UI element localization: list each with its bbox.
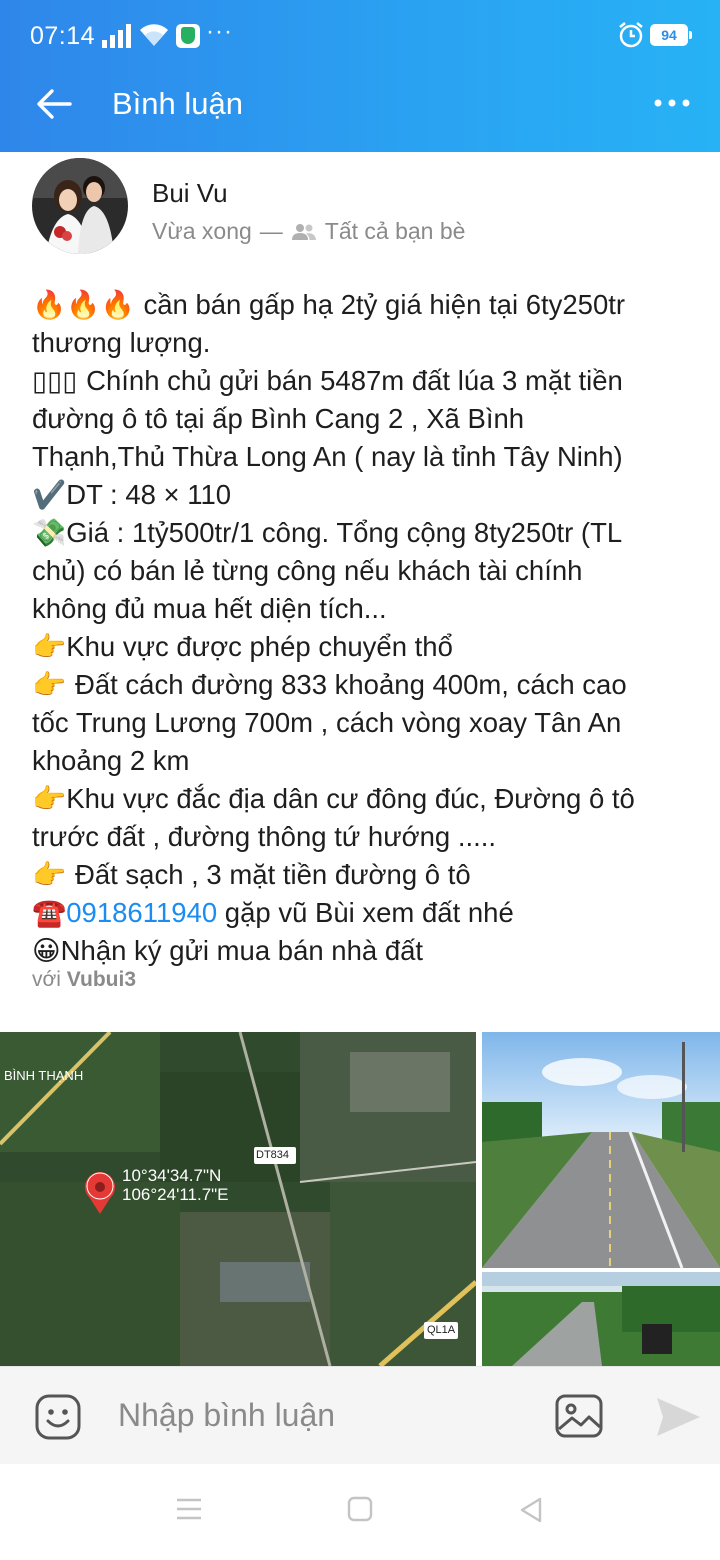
post-meta: Vừa xong — Tất cả bạn bè xyxy=(152,218,465,245)
top-bar: 07:14 ··· 94 Bình luận xyxy=(0,0,720,152)
wifi-icon xyxy=(140,24,168,46)
map-latitude: 10°34'34.7"N xyxy=(122,1166,222,1185)
post-line: 👉Khu vực đắc địa dân cư đông đúc, Đường … xyxy=(32,783,635,815)
status-bar: 07:14 ··· 94 xyxy=(0,0,720,56)
post-line: ✔️DT : 48 × 110 xyxy=(32,479,232,511)
post-line: đường ô tô tại ấp Bình Cang 2 , Xã Bình xyxy=(32,403,525,434)
back-nav-icon[interactable] xyxy=(518,1496,544,1524)
image-gallery: BÌNH THẠNH DT834 QL1A 10°34'34.7"N 106°2… xyxy=(0,1032,720,1366)
comment-input[interactable]: Nhập bình luận xyxy=(118,1397,335,1434)
road-photo[interactable] xyxy=(482,1032,720,1268)
post-time: Vừa xong xyxy=(152,218,252,244)
post-phone-line: ☎️0918611940 gặp vũ Bùi xem đất nhé xyxy=(32,897,514,929)
post-line: trước đất , đường thông tứ hướng ..... xyxy=(32,821,497,852)
home-nav-icon[interactable] xyxy=(347,1496,373,1522)
post-line: ▯▯▯ Chính chủ gửi bán 5487m đất lúa 3 mặ… xyxy=(32,365,623,397)
alarm-icon xyxy=(619,22,643,48)
image-icon[interactable] xyxy=(554,1393,604,1439)
emoji-icon[interactable] xyxy=(34,1393,82,1441)
post-line: thương lượng. xyxy=(32,327,211,358)
map-road-label: DT834 xyxy=(256,1149,290,1161)
post-line: Thạnh,Thủ Thừa Long An ( nay là tỉnh Tây… xyxy=(32,441,623,472)
system-nav-bar xyxy=(0,1464,720,1560)
signal-icon xyxy=(102,24,131,48)
map-road-label: QL1A xyxy=(427,1324,456,1336)
post-line: 👉Khu vực được phép chuyển thổ xyxy=(32,631,453,663)
post-line: 👉 Đất cách đường 833 khoảng 400m, cách c… xyxy=(32,669,627,701)
comment-bar: Nhập bình luận xyxy=(0,1366,720,1464)
menu-nav-icon[interactable] xyxy=(175,1496,203,1522)
more-options-icon[interactable] xyxy=(652,88,692,118)
post-line: 💸Giá : 1tỷ500tr/1 công. Tổng cộng 8ty250… xyxy=(32,517,623,549)
post-line: khoảng 2 km xyxy=(32,745,190,776)
map-image[interactable]: BÌNH THẠNH DT834 QL1A 10°34'34.7"N 106°2… xyxy=(0,1032,476,1366)
post-line: 😀Nhận ký gửi mua bán nhà đất xyxy=(32,935,424,967)
tagged-with: với Vubui3 xyxy=(32,968,137,991)
meta-separator: — xyxy=(259,218,283,244)
page-title: Bình luận xyxy=(112,86,243,121)
path-photo[interactable] xyxy=(482,1272,720,1366)
post-line: 👉 Đất sạch , 3 mặt tiền đường ô tô xyxy=(32,859,471,891)
post-line: tốc Trung Lương 700m , cách vòng xoay Tâ… xyxy=(32,707,622,738)
post-line: 🔥🔥🔥 cần bán gấp hạ 2tỷ giá hiện tại 6ty2… xyxy=(32,289,626,321)
send-icon[interactable] xyxy=(654,1395,702,1439)
privacy-label[interactable]: Tất cả bạn bè xyxy=(325,218,466,245)
status-more-icon: ··· xyxy=(206,18,233,45)
map-longitude: 106°24'11.7"E xyxy=(122,1185,229,1204)
avatar[interactable] xyxy=(32,158,128,254)
back-arrow-icon[interactable] xyxy=(34,84,74,124)
security-shield-icon xyxy=(176,24,200,48)
status-time: 07:14 xyxy=(30,22,96,50)
phone-link[interactable]: 0918611940 xyxy=(66,897,217,928)
author-name[interactable]: Bui Vu xyxy=(152,178,228,209)
battery-indicator: 94 xyxy=(650,24,692,46)
friends-icon xyxy=(291,223,316,240)
map-place-label: BÌNH THẠNH xyxy=(4,1068,84,1083)
post-content: 🔥🔥🔥 cần bán gấp hạ 2tỷ giá hiện tại 6ty2… xyxy=(32,286,692,970)
app-header: Bình luận xyxy=(0,56,720,152)
post-line: chủ) có bán lẻ từng công nếu khách tài c… xyxy=(32,555,583,586)
tagged-user[interactable]: Vubui3 xyxy=(67,968,136,991)
post-line: không đủ mua hết diện tích... xyxy=(32,593,387,624)
